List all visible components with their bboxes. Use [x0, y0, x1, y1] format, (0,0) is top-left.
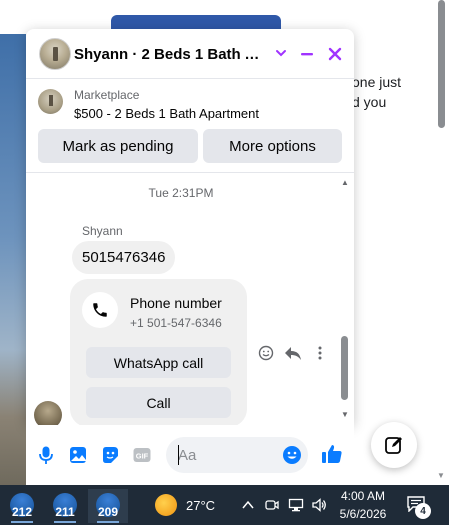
sender-avatar[interactable] [34, 401, 62, 425]
phone-number-card: Phone number +1 501-547-6346 WhatsApp ca… [70, 279, 247, 425]
card-title: Phone number [130, 295, 222, 311]
chat-scrollbar-thumb[interactable] [341, 336, 348, 400]
app-running-indicator [54, 521, 76, 523]
emoji-picker-icon[interactable] [282, 445, 302, 465]
weather-icon[interactable] [155, 494, 177, 516]
mark-as-pending-button[interactable]: Mark as pending [38, 129, 198, 163]
gif-icon[interactable]: GIF [132, 445, 152, 465]
clock-time[interactable]: 4:00 AM [339, 489, 387, 503]
minimize-icon[interactable] [296, 43, 318, 65]
clock-date[interactable]: 5/6/2026 [339, 507, 387, 521]
listing-title[interactable]: $500 - 2 Beds 1 Bath Apartment [74, 106, 259, 121]
card-phone-number: +1 501-547-6346 [130, 316, 222, 330]
chat-scroll-down-icon[interactable]: ▼ [340, 411, 350, 419]
app-badge-number: 212 [11, 505, 33, 519]
page-scroll-down-icon[interactable]: ▼ [436, 472, 446, 480]
notification-count-badge: 4 [415, 503, 431, 519]
reply-icon[interactable] [284, 345, 301, 361]
message-list: ▲ ▼ Tue 2:31PM Shyann 5015476346 Phone n… [26, 174, 354, 425]
marketplace-label: Marketplace [74, 88, 140, 102]
background-text-line-2: d you [352, 94, 387, 110]
microphone-icon[interactable] [36, 445, 56, 465]
background-photo [0, 34, 26, 485]
message-actions [256, 345, 326, 361]
taskbar: 212 211 209 27°C 4:00 AM 5/6/2026 4 [0, 485, 449, 525]
whatsapp-call-button[interactable]: WhatsApp call [86, 347, 231, 378]
edit-icon [385, 437, 402, 454]
meet-now-icon[interactable] [264, 497, 280, 513]
background-text-line-1: one just [352, 74, 402, 90]
taskbar-app-209[interactable]: 209 [88, 489, 128, 523]
phone-icon [82, 292, 118, 328]
chat-title[interactable]: Shyann · 2 Beds 1 Bath Ap... [74, 46, 264, 63]
app-badge-number: 211 [55, 505, 75, 519]
close-icon[interactable] [324, 43, 346, 65]
network-icon[interactable] [288, 497, 304, 513]
more-icon[interactable] [312, 345, 328, 361]
page-scrollbar-thumb[interactable] [438, 0, 445, 128]
chat-scroll-up-icon[interactable]: ▲ [340, 179, 350, 187]
call-button[interactable]: Call [86, 387, 231, 418]
chat-header[interactable]: Shyann · 2 Beds 1 Bath Ap... [26, 29, 354, 79]
message-timestamp: Tue 2:31PM [148, 186, 214, 200]
new-message-button[interactable] [371, 422, 417, 468]
chevron-down-icon[interactable] [270, 43, 292, 65]
svg-text:GIF: GIF [136, 452, 149, 461]
emoji-icon[interactable] [258, 345, 274, 361]
marketplace-banner: Marketplace $500 - 2 Beds 1 Bath Apartme… [26, 79, 354, 173]
chevron-up-icon[interactable] [240, 497, 256, 513]
sender-name: Shyann [82, 224, 123, 238]
text-caret [178, 445, 179, 465]
app-badge-number: 209 [97, 505, 119, 519]
message-bubble[interactable]: 5015476346 [72, 241, 176, 274]
weather-temperature[interactable]: 27°C [186, 498, 215, 513]
more-options-button[interactable]: More options [203, 129, 342, 163]
app-running-indicator [11, 521, 33, 523]
listing-avatar[interactable] [39, 38, 71, 70]
like-icon[interactable] [321, 443, 343, 465]
message-composer: GIF Aa [26, 425, 354, 485]
chat-window: Shyann · 2 Beds 1 Bath Ap... Marketplace… [26, 29, 354, 425]
taskbar-app-212[interactable]: 212 [5, 489, 39, 523]
listing-thumbnail[interactable] [38, 89, 63, 114]
image-icon[interactable] [68, 445, 88, 465]
sticker-icon[interactable] [100, 445, 120, 465]
volume-icon[interactable] [311, 497, 327, 513]
app-running-indicator [97, 521, 119, 523]
taskbar-app-211[interactable]: 211 [48, 489, 82, 523]
